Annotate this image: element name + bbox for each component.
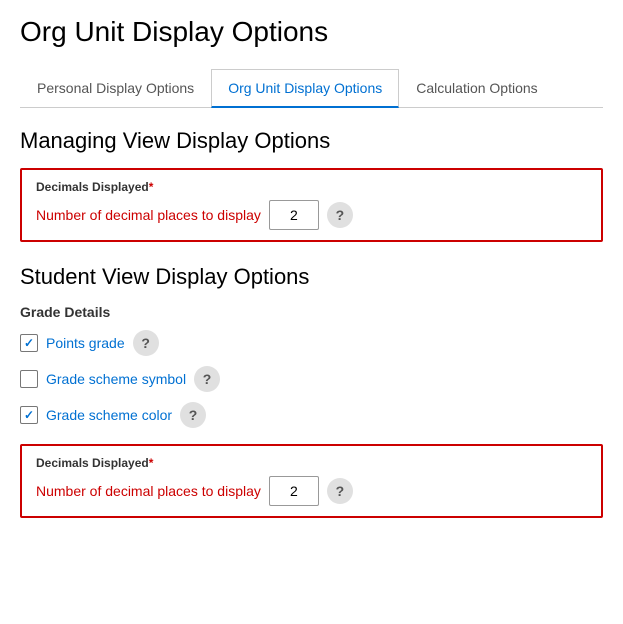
managing-row-label: Number of decimal places to display (36, 207, 261, 223)
grade-details-label: Grade Details (20, 304, 603, 320)
label-points-grade[interactable]: Points grade (46, 335, 125, 351)
grade-details-section: Grade Details Points grade ? Grade schem… (20, 304, 603, 428)
tab-calculation[interactable]: Calculation Options (399, 69, 554, 108)
checkbox-row-points-grade: Points grade ? (20, 330, 603, 356)
managing-decimals-box: Decimals Displayed* Number of decimal pl… (20, 168, 603, 242)
student-help-button[interactable]: ? (327, 478, 353, 504)
checkbox-row-grade-scheme-color: Grade scheme color ? (20, 402, 603, 428)
label-grade-scheme-symbol[interactable]: Grade scheme symbol (46, 371, 186, 387)
student-row-label: Number of decimal places to display (36, 483, 261, 499)
student-view-title: Student View Display Options (20, 264, 603, 290)
tab-personal[interactable]: Personal Display Options (20, 69, 211, 108)
page-container: Org Unit Display Options Personal Displa… (0, 0, 623, 556)
student-decimals-box: Decimals Displayed* Number of decimal pl… (20, 444, 603, 518)
tabs-container: Personal Display Options Org Unit Displa… (20, 68, 603, 108)
checkbox-points-grade[interactable] (20, 334, 38, 352)
checkbox-grade-scheme-color[interactable] (20, 406, 38, 424)
label-grade-scheme-color[interactable]: Grade scheme color (46, 407, 172, 423)
checkbox-row-grade-scheme-symbol: Grade scheme symbol ? (20, 366, 603, 392)
student-field-row: Number of decimal places to display ? (36, 476, 587, 506)
page-title: Org Unit Display Options (20, 16, 603, 48)
managing-view-title: Managing View Display Options (20, 128, 603, 154)
managing-field-row: Number of decimal places to display ? (36, 200, 587, 230)
managing-help-button[interactable]: ? (327, 202, 353, 228)
managing-decimal-input[interactable] (269, 200, 319, 230)
student-decimal-input[interactable] (269, 476, 319, 506)
tab-org-unit[interactable]: Org Unit Display Options (211, 69, 399, 108)
student-view-section: Student View Display Options Grade Detai… (20, 264, 603, 518)
student-field-label: Decimals Displayed* (36, 456, 587, 470)
managing-field-label: Decimals Displayed* (36, 180, 587, 194)
help-grade-scheme-symbol[interactable]: ? (194, 366, 220, 392)
checkbox-grade-scheme-symbol[interactable] (20, 370, 38, 388)
help-points-grade[interactable]: ? (133, 330, 159, 356)
help-grade-scheme-color[interactable]: ? (180, 402, 206, 428)
